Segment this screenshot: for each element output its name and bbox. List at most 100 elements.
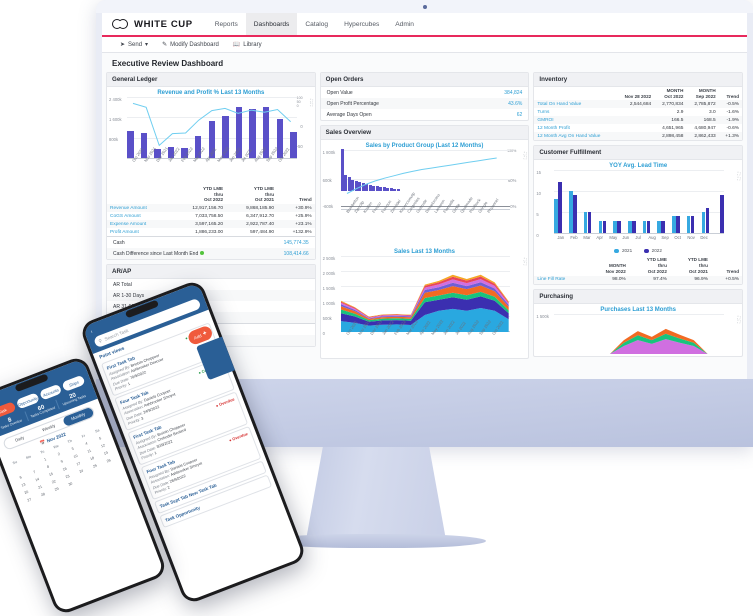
gl-chart[interactable]: ⛶ ⛶ 2 400k 1 600k 800k 100 50 0 0 -50 Oc… [107, 96, 315, 185]
lf-col-ytd-2021: YTD LME thru Oct 2021 [687, 257, 708, 274]
lead-time-bar[interactable] [573, 195, 577, 234]
gl-row-label[interactable]: Revenue Amount [107, 204, 171, 212]
modify-dashboard-button[interactable]: ✎ Modify Dashboard [162, 41, 219, 49]
lead-time-x-labels: Jan Feb Mar Apr May Jun Jul Aug Sep Oct Nov Dec [554, 234, 724, 244]
lead-time-month-group [569, 190, 577, 234]
sales-overview-header: Sales Overview [320, 126, 529, 140]
open-orders-value: 43.6% [508, 100, 523, 107]
lead-time-bar[interactable] [598, 220, 603, 234]
expand-icon[interactable]: ⛶ ⛶ [738, 172, 741, 181]
pareto-y-low: -600k [322, 204, 334, 209]
inventory-table: Nov 28 2022 MONTH Oct 2022 MONTH Sep 2022 … [534, 87, 743, 141]
expand-icon[interactable]: ⛶ ⛶ [738, 315, 741, 324]
open-orders-row: Open Value 384,824 [321, 87, 529, 98]
inv-row-trend: +1.3% [725, 133, 740, 139]
lead-time-month-group [642, 220, 651, 234]
sales-area-y-tick: 500k [322, 316, 332, 321]
lf-col-trend: Trend [726, 268, 740, 274]
expand-icon[interactable]: ⛶ ⛶ [310, 98, 313, 107]
nav-item-reports[interactable]: Reports [207, 13, 246, 35]
gl-row-label[interactable]: CoGS Amount [107, 212, 171, 220]
inv-row-label[interactable]: Total On Hand Value [534, 100, 615, 108]
nav-item-dashboards[interactable]: Dashboards [245, 13, 298, 35]
sales-area-chart[interactable]: ⛶ ⛶ 2 500k 2 000k 1 500k 1 000k 500k 0 Oct 202… [321, 256, 529, 358]
lead-time-legend: 2021 2022 [534, 246, 742, 256]
gl-row-trend: +132.9% [292, 229, 312, 235]
nav-item-hypercubes[interactable]: Hypercubes [336, 13, 387, 35]
cash-difference-value: 108,414.66 [283, 250, 309, 257]
lead-time-bar[interactable] [690, 216, 695, 234]
lead-time-bar[interactable] [613, 220, 617, 234]
lead-time-bar[interactable] [720, 195, 724, 234]
lead-time-bar[interactable] [554, 199, 558, 234]
library-button[interactable]: 📖 Library [233, 41, 262, 49]
inv-row-label[interactable]: GMROI [534, 116, 615, 124]
inv-row-now: 2,544,684 [629, 101, 652, 107]
lead-time-bar[interactable] [617, 220, 621, 234]
gl-row-ytd-2021: 2,922,787.40 [246, 221, 275, 227]
lead-time-bar[interactable] [602, 220, 607, 234]
lead-time-bar[interactable] [661, 220, 665, 234]
lead-time-bar[interactable] [569, 190, 573, 234]
lead-time-bar[interactable] [587, 212, 592, 234]
purchases-y-top: 1 500k [536, 313, 549, 319]
lead-time-bar[interactable] [642, 220, 647, 234]
gl-row-ytd-2021: 597,484.90 [250, 229, 275, 235]
nav-item-admin[interactable]: Admin [387, 13, 422, 35]
gl-row-ytd-2022: 1,886,233.00 [195, 229, 224, 235]
inv-col-trend: Trend [726, 93, 740, 99]
nav-item-catalog[interactable]: Catalog [297, 13, 336, 35]
send-button[interactable]: ➤ Send ▾ [120, 41, 148, 49]
open-orders-value: 62 [516, 111, 523, 118]
inv-row-oct: 2.9 [676, 109, 684, 115]
lead-time-x-label: Mar [583, 235, 591, 241]
inv-row-now [616, 124, 654, 132]
lead-time-bar[interactable] [628, 220, 632, 234]
lead-time-x-label: Nov [687, 235, 695, 241]
line-fill-rate-label: Line Fill Rate [537, 277, 566, 283]
inv-row-label[interactable]: 12 Month Profit [534, 124, 615, 132]
gl-row-label[interactable]: Expense Amount [107, 220, 171, 228]
inv-row-oct: 4,651,965 [662, 125, 684, 131]
cash-label: Cash [113, 239, 125, 246]
gl-y2-low: -50 [296, 144, 303, 149]
lead-time-month-group [657, 220, 665, 234]
brand-logo[interactable]: WHITE CUP [112, 19, 193, 30]
inv-row-trend: -0.5% [726, 101, 740, 107]
lead-time-bar[interactable] [676, 216, 680, 234]
inventory-card: Inventory Nov 28 2022 MONTH Oct 2022 MONT… [533, 72, 744, 142]
legend-2022[interactable]: 2022 [644, 248, 662, 253]
lead-time-bar[interactable] [632, 220, 636, 234]
lead-time-month-group [672, 216, 680, 234]
gl-row-trend: +25.9% [295, 213, 312, 219]
lead-time-bar[interactable] [701, 212, 706, 234]
sales-area-y-tick: 2 500k [322, 256, 336, 261]
lead-time-bar[interactable] [705, 207, 710, 234]
legend-2021[interactable]: 2021 [614, 248, 632, 253]
lead-time-bar[interactable] [646, 220, 651, 234]
expand-icon[interactable]: ⛶ ⛶ [524, 151, 527, 160]
table-row: Revenue Amount 12,917,156.70 9,868,185.90 +… [107, 204, 315, 213]
expand-icon[interactable]: ⛶ ⛶ [524, 257, 527, 266]
library-label: Library [243, 41, 262, 48]
lead-time-x-label: Jan [557, 235, 565, 241]
sales-area-y-tick: 1 000k [322, 301, 336, 306]
lead-time-month-group [583, 212, 592, 234]
table-row: Line Fill Rate 98.0% 97.4% 96.9% +0.5% [534, 275, 743, 284]
purchases-chart[interactable]: ⛶ ⛶ 1 500k [534, 313, 742, 356]
lead-time-bar[interactable] [583, 212, 588, 234]
pareto-chart[interactable]: ⛶ ⛶ 1 800k 600k -600k 100% 60% 0% Bumbel… [321, 149, 529, 246]
inv-row-label[interactable]: 12 Month Avg On Hand Value [534, 132, 615, 140]
gl-y-tick-0: 2 400k [109, 97, 122, 102]
lead-time-bar[interactable] [657, 220, 661, 234]
lead-time-chart[interactable]: ⛶ ⛶ 15 10 5 0 Jan Feb Mar Apr May Jun Jul Aug Sep Oct… [534, 170, 742, 246]
lead-time-x-label: Sep [661, 235, 669, 241]
inv-row-label[interactable]: Turns [534, 108, 615, 116]
lead-time-bar[interactable] [686, 216, 691, 234]
lead-time-x-label: Aug [648, 235, 656, 241]
table-row: 12 Month Avg On Hand Value 2,898,458 2,862… [534, 132, 743, 141]
lead-time-bar[interactable] [558, 182, 562, 234]
webcam-icon [422, 5, 427, 9]
lead-time-bar[interactable] [672, 216, 676, 234]
gl-row-label[interactable]: Profit Amount [107, 228, 171, 236]
